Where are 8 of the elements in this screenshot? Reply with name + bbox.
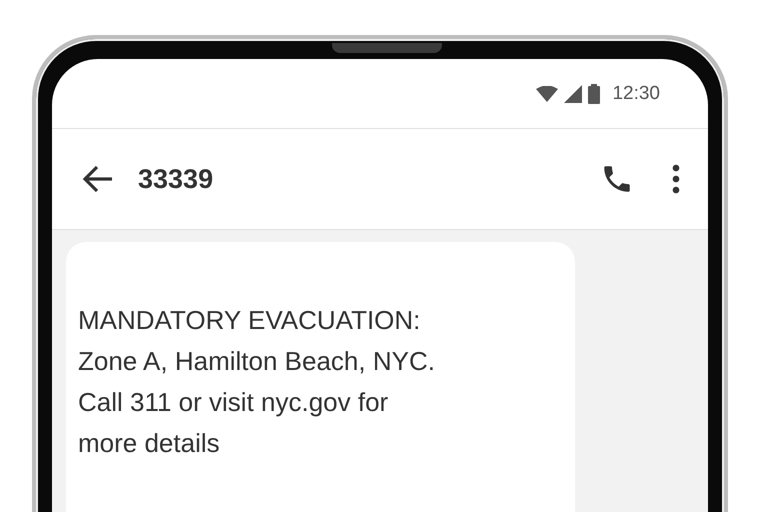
more-menu-icon[interactable]: [672, 164, 680, 194]
battery-icon: [588, 84, 600, 104]
conversation-title: 33339: [138, 164, 214, 194]
status-time: 12:30: [612, 82, 660, 104]
back-arrow-icon[interactable]: [82, 165, 114, 193]
signal-icon: [564, 84, 582, 102]
wifi-icon: [536, 86, 558, 102]
message-text: MANDATORY EVACUATION: Zone A, Hamilton Beach, NYC. Call 311 or visit nyc.gov for more details: [78, 304, 436, 460]
